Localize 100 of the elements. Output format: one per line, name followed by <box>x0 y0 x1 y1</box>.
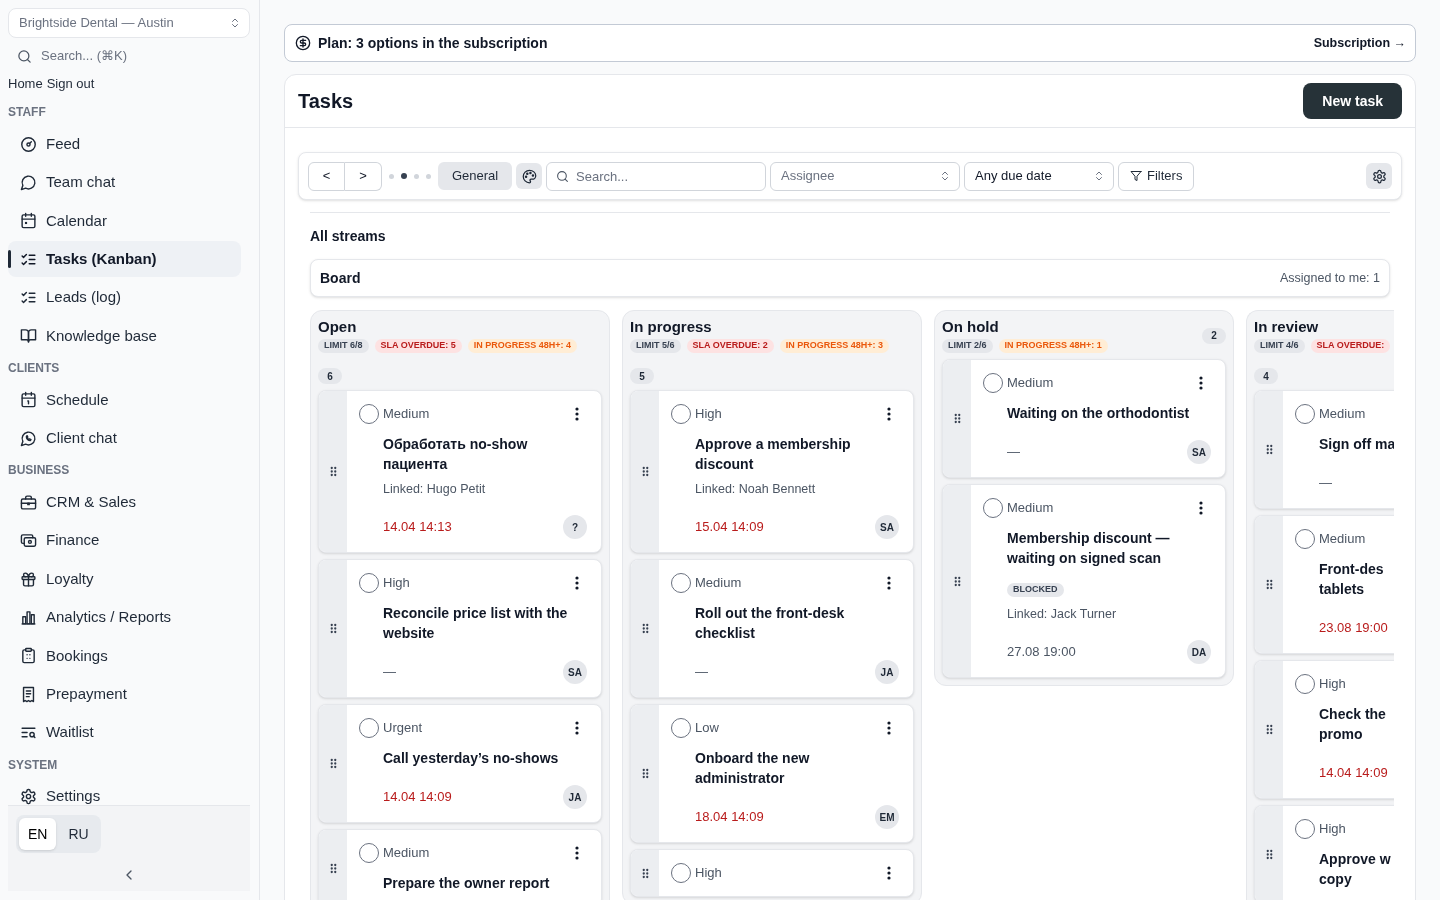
due-date: 23.08 19:00 <box>1319 619 1388 638</box>
priority-label: Medium <box>383 405 430 424</box>
priority-label: High <box>695 405 722 424</box>
drag-handle[interactable] <box>641 623 649 634</box>
nav-item[interactable]: Tasks (Kanban) <box>8 241 241 278</box>
task-checkbox[interactable] <box>359 573 379 593</box>
drag-handle[interactable] <box>1265 724 1273 735</box>
overdue-badge: SLA OVERDUE: <box>1310 339 1391 353</box>
search-icon <box>556 169 569 183</box>
search-field[interactable]: Search... <box>546 161 766 191</box>
nav-item[interactable]: Settings <box>8 778 241 805</box>
receipt-icon <box>20 685 37 703</box>
due-date: — <box>1007 443 1020 462</box>
previous-button[interactable]: < <box>308 161 345 191</box>
task-title: Front‑des tablets <box>1319 560 1384 599</box>
column-title: In review <box>1254 318 1319 336</box>
nav-item[interactable]: Prepayment <box>8 676 241 713</box>
in-progress-badge: IN PROGRESS 48H+: 3 <box>779 339 889 353</box>
task-checkbox[interactable] <box>671 404 691 424</box>
drag-handle[interactable] <box>329 466 337 477</box>
chat-bubble-icon <box>20 173 37 191</box>
due-date-select[interactable]: Any due date <box>964 161 1114 191</box>
nav-item[interactable]: Calendar <box>8 202 241 239</box>
nav-item[interactable]: Waitlist <box>8 714 241 751</box>
nav-item[interactable]: CRM & Sales <box>8 484 241 521</box>
settings-button[interactable] <box>1366 163 1392 189</box>
new-task-button[interactable]: New task <box>1303 83 1402 119</box>
task-title: Call yesterday’s no‑shows <box>383 749 559 768</box>
in-progress-badge: IN PROGRESS 48H+: 1 <box>998 339 1108 353</box>
subscription-link[interactable]: Subscription → <box>1313 33 1406 53</box>
next-button[interactable]: > <box>345 161 382 191</box>
avatar: ? <box>563 515 587 539</box>
nav-item[interactable]: Client chat <box>8 420 241 457</box>
clipboard-icon <box>20 647 37 665</box>
task-checkbox[interactable] <box>983 373 1003 393</box>
task-title: Membership discount — waiting on signed scan <box>1007 529 1171 568</box>
page-title: Tasks <box>298 89 354 114</box>
task-checkbox[interactable] <box>671 718 691 738</box>
task-title: Обработать no‑show пациента <box>383 435 529 474</box>
task-checkbox[interactable] <box>359 843 379 863</box>
briefcase-icon <box>20 493 37 511</box>
drag-handle[interactable] <box>641 466 649 477</box>
nav-item[interactable]: Knowledge base <box>8 317 241 354</box>
calendar-icon <box>20 391 37 409</box>
drag-handle[interactable] <box>953 575 961 587</box>
nav-item[interactable]: Team chat <box>8 164 241 201</box>
nav-item[interactable]: Bookings <box>8 637 241 674</box>
due-date: 14.04 14:13 <box>383 518 452 537</box>
language-option[interactable]: EN <box>19 818 57 850</box>
palette-button[interactable] <box>516 163 542 189</box>
due-date: 14.04 14:09 <box>1319 764 1388 783</box>
nav-item[interactable]: Analytics / Reports <box>8 599 241 636</box>
org-select[interactable]: Brightside Dental — Austin <box>8 8 250 38</box>
priority-label: Medium <box>383 844 430 863</box>
settings-icon <box>1371 168 1387 184</box>
grip-icon <box>953 575 961 587</box>
nav-link[interactable]: Home <box>8 74 43 94</box>
drag-handle[interactable] <box>329 862 337 874</box>
task-checkbox[interactable] <box>359 718 379 738</box>
nav-item[interactable]: Schedule <box>8 381 241 418</box>
due-date: 15.04 14:09 <box>695 518 764 537</box>
nav-link[interactable]: Sign out <box>46 74 95 94</box>
drag-handle[interactable] <box>641 867 649 879</box>
task-checkbox[interactable] <box>1295 674 1315 694</box>
task-title: Reconcile price list with the website <box>383 604 569 643</box>
search-field[interactable]: Search... (⌘K) <box>41 46 211 66</box>
gauge-icon <box>20 135 37 153</box>
assignee-select[interactable]: Assignee <box>770 161 960 191</box>
nav-item[interactable]: Feed <box>8 126 241 162</box>
task-checkbox[interactable] <box>1295 819 1315 839</box>
grip-icon <box>641 466 649 477</box>
task-checkbox[interactable] <box>671 573 691 593</box>
drag-handle[interactable] <box>1265 444 1273 455</box>
nav-item[interactable]: Leads (log) <box>8 279 241 316</box>
nav-item[interactable]: Finance <box>8 522 241 559</box>
drag-handle[interactable] <box>329 623 337 634</box>
stream-button[interactable]: General <box>438 162 512 190</box>
task-checkbox[interactable] <box>1295 404 1315 424</box>
filters-button[interactable]: Filters <box>1118 161 1195 191</box>
limit-badge: LIMIT 2/6 <box>942 339 993 353</box>
nav-item[interactable]: Loyalty <box>8 561 241 598</box>
drag-handle[interactable] <box>329 758 337 769</box>
kebab-icon <box>575 721 579 735</box>
section-label: CLIENTS <box>8 359 60 377</box>
task-checkbox[interactable] <box>1295 529 1315 549</box>
task-checkbox[interactable] <box>671 863 691 883</box>
kebab-icon <box>887 576 891 590</box>
priority-label: High <box>383 574 410 593</box>
avatar: JA <box>563 785 587 809</box>
language-option[interactable]: RU <box>59 818 98 850</box>
overdue-badge: SLA OVERDUE: 5 <box>374 339 462 353</box>
count-badge: 5 <box>630 368 654 384</box>
drag-handle[interactable] <box>1265 848 1273 860</box>
task-checkbox[interactable] <box>359 404 379 424</box>
kebab-icon <box>887 407 891 421</box>
drag-handle[interactable] <box>953 413 961 424</box>
drag-handle[interactable] <box>641 768 649 779</box>
drag-handle[interactable] <box>1265 579 1273 590</box>
banknote-icon <box>20 532 37 550</box>
task-checkbox[interactable] <box>983 498 1003 518</box>
